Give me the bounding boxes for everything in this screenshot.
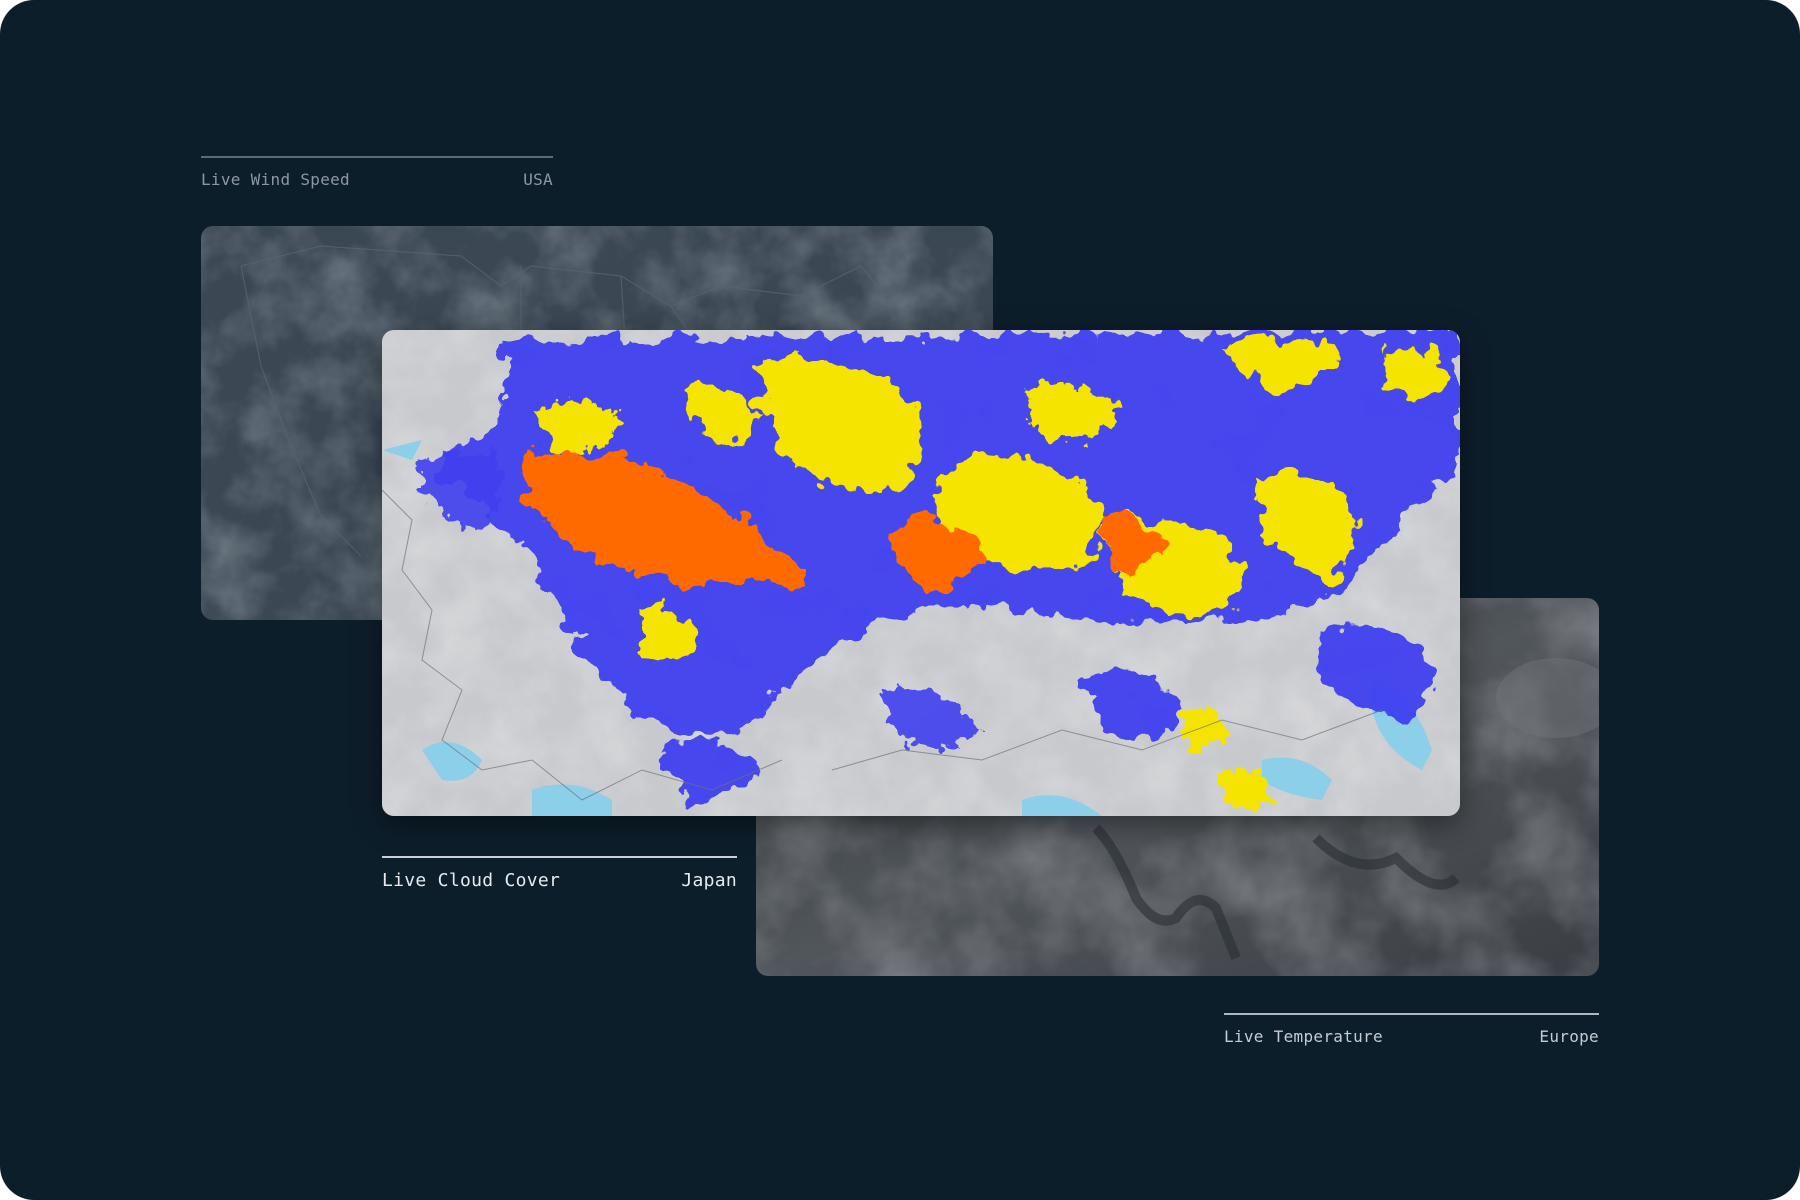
page-background: Live Wind Speed USA Live Cloud Cover Jap…: [0, 0, 1800, 1200]
cloud-cover-map[interactable]: [382, 330, 1460, 816]
wind-speed-divider: [201, 156, 553, 158]
wind-speed-caption: Live Wind Speed USA: [201, 156, 553, 196]
cloud-cover-caption: Live Cloud Cover Japan: [382, 856, 737, 896]
temperature-label: Live Temperature: [1224, 1027, 1383, 1046]
wind-speed-label: Live Wind Speed: [201, 170, 350, 189]
cloud-cover-divider: [382, 856, 737, 858]
wind-speed-region: USA: [523, 170, 553, 189]
cloud-cover-region: Japan: [681, 870, 737, 891]
temperature-region: Europe: [1539, 1027, 1599, 1046]
cloud-cover-label: Live Cloud Cover: [382, 870, 561, 891]
temperature-divider: [1224, 1013, 1599, 1015]
temperature-caption: Live Temperature Europe: [1224, 1013, 1599, 1053]
